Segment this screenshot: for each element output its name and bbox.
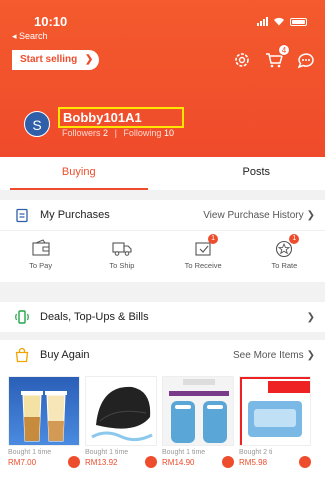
add-to-cart-icon[interactable] xyxy=(68,456,80,468)
product-card[interactable]: Bought 1 time RM13.92 xyxy=(85,376,157,480)
product-bought-count: Bought 2 ti xyxy=(239,449,273,456)
order-to-rate[interactable]: 1 To Rate xyxy=(244,231,325,282)
cart-button[interactable]: 4 xyxy=(264,44,290,70)
start-selling-button[interactable]: Start selling ❯ xyxy=(12,50,100,70)
cart-count-badge: 4 xyxy=(278,44,290,56)
follow-divider: | xyxy=(114,128,117,138)
following-count: 10 xyxy=(163,128,174,138)
product-price: RM5.98 xyxy=(239,457,268,467)
kickboard-image xyxy=(169,379,229,443)
view-purchase-history-link[interactable]: View Purchase History xyxy=(203,210,303,221)
product-image-face-masks xyxy=(239,376,311,446)
deals-title: Deals, Top-Ups & Bills xyxy=(40,311,149,323)
followers-label: Followers xyxy=(62,128,101,138)
signal-icon xyxy=(257,17,268,26)
buy-again-card: Buy Again See More Items ❯ Bought 1 time… xyxy=(0,340,325,482)
shopping-bag-icon xyxy=(15,347,29,363)
buy-again-row[interactable]: Buy Again See More Items ❯ xyxy=(0,340,325,370)
order-to-ship[interactable]: To Ship xyxy=(81,231,162,282)
product-price: RM14.90 xyxy=(162,457,195,467)
start-selling-label: Start selling xyxy=(20,54,78,65)
product-image-drinks xyxy=(8,376,80,446)
battery-icon xyxy=(290,17,307,26)
order-to-ship-label: To Ship xyxy=(109,261,135,270)
status-icons xyxy=(257,17,307,26)
my-purchases-title: My Purchases xyxy=(40,209,110,221)
my-purchases-row[interactable]: My Purchases View Purchase History ❯ xyxy=(0,200,325,230)
product-bought-count: Bought 1 time xyxy=(162,449,206,456)
drink-cups-image xyxy=(21,391,67,442)
profile-header: 10:10 ◂ Search Start selling ❯ 4 S Bobby… xyxy=(0,0,325,157)
back-to-search-link[interactable]: ◂ Search xyxy=(12,31,48,42)
product-bought-count: Bought 1 time xyxy=(8,449,52,456)
follow-stats[interactable]: Followers 2 | Following 10 xyxy=(62,128,174,138)
order-status-bar: To Pay To Ship 1 To Receive 1 To Rate xyxy=(0,230,325,282)
followers-count: 2 xyxy=(103,128,109,138)
wallet-icon xyxy=(32,239,50,256)
chevron-right-icon: ❯ xyxy=(84,54,94,65)
product-card[interactable]: Bought 1 time RM14.90 xyxy=(162,376,234,480)
my-purchases-card: My Purchases View Purchase History ❯ To … xyxy=(0,200,325,282)
to-receive-badge: 1 xyxy=(208,234,219,244)
add-to-cart-icon[interactable] xyxy=(222,456,234,468)
product-price: RM13.92 xyxy=(85,457,118,467)
order-to-receive[interactable]: 1 To Receive xyxy=(163,231,244,282)
add-to-cart-icon[interactable] xyxy=(299,456,311,468)
buy-again-title: Buy Again xyxy=(40,349,90,361)
face-masks-image xyxy=(240,377,310,445)
product-price: RM7.00 xyxy=(8,457,37,467)
username: Bobby101A1 xyxy=(58,107,184,128)
order-to-pay[interactable]: To Pay xyxy=(0,231,81,282)
profile-tabs: Buying Posts xyxy=(0,157,325,190)
add-to-cart-icon[interactable] xyxy=(145,456,157,468)
chevron-right-icon: ❯ xyxy=(306,209,315,221)
buy-again-products: Bought 1 time RM7.00 Bought 1 time RM13.… xyxy=(0,370,325,480)
wifi-icon xyxy=(274,17,284,26)
deals-row[interactable]: Deals, Top-Ups & Bills ❯ xyxy=(0,302,325,332)
phone-icon xyxy=(15,310,29,324)
product-bought-count: Bought 1 time xyxy=(85,449,129,456)
product-image-kickboard xyxy=(162,376,234,446)
deals-card: Deals, Top-Ups & Bills ❯ xyxy=(0,302,325,332)
swim-cap-image xyxy=(91,386,153,442)
order-to-pay-label: To Pay xyxy=(29,261,53,270)
product-image-swim-cap xyxy=(85,376,157,446)
tab-buying[interactable]: Buying xyxy=(10,157,148,190)
chevron-right-icon: ❯ xyxy=(306,311,315,323)
tab-posts[interactable]: Posts xyxy=(188,157,325,190)
order-to-rate-label: To Rate xyxy=(271,261,298,270)
to-rate-badge: 1 xyxy=(289,234,300,244)
chevron-right-icon: ❯ xyxy=(306,349,315,361)
product-card[interactable]: Bought 2 ti RM5.98 xyxy=(239,376,311,480)
gear-icon[interactable] xyxy=(232,50,252,70)
see-more-items-link[interactable]: See More Items xyxy=(233,350,304,361)
status-time: 10:10 xyxy=(34,14,68,29)
clipboard-icon xyxy=(16,208,28,223)
following-label: Following xyxy=(123,128,162,138)
order-to-receive-label: To Receive xyxy=(184,261,222,270)
product-card[interactable]: Bought 1 time RM7.00 xyxy=(8,376,80,480)
chat-icon[interactable] xyxy=(296,50,316,70)
avatar[interactable]: S xyxy=(24,111,50,137)
truck-icon xyxy=(112,242,132,256)
